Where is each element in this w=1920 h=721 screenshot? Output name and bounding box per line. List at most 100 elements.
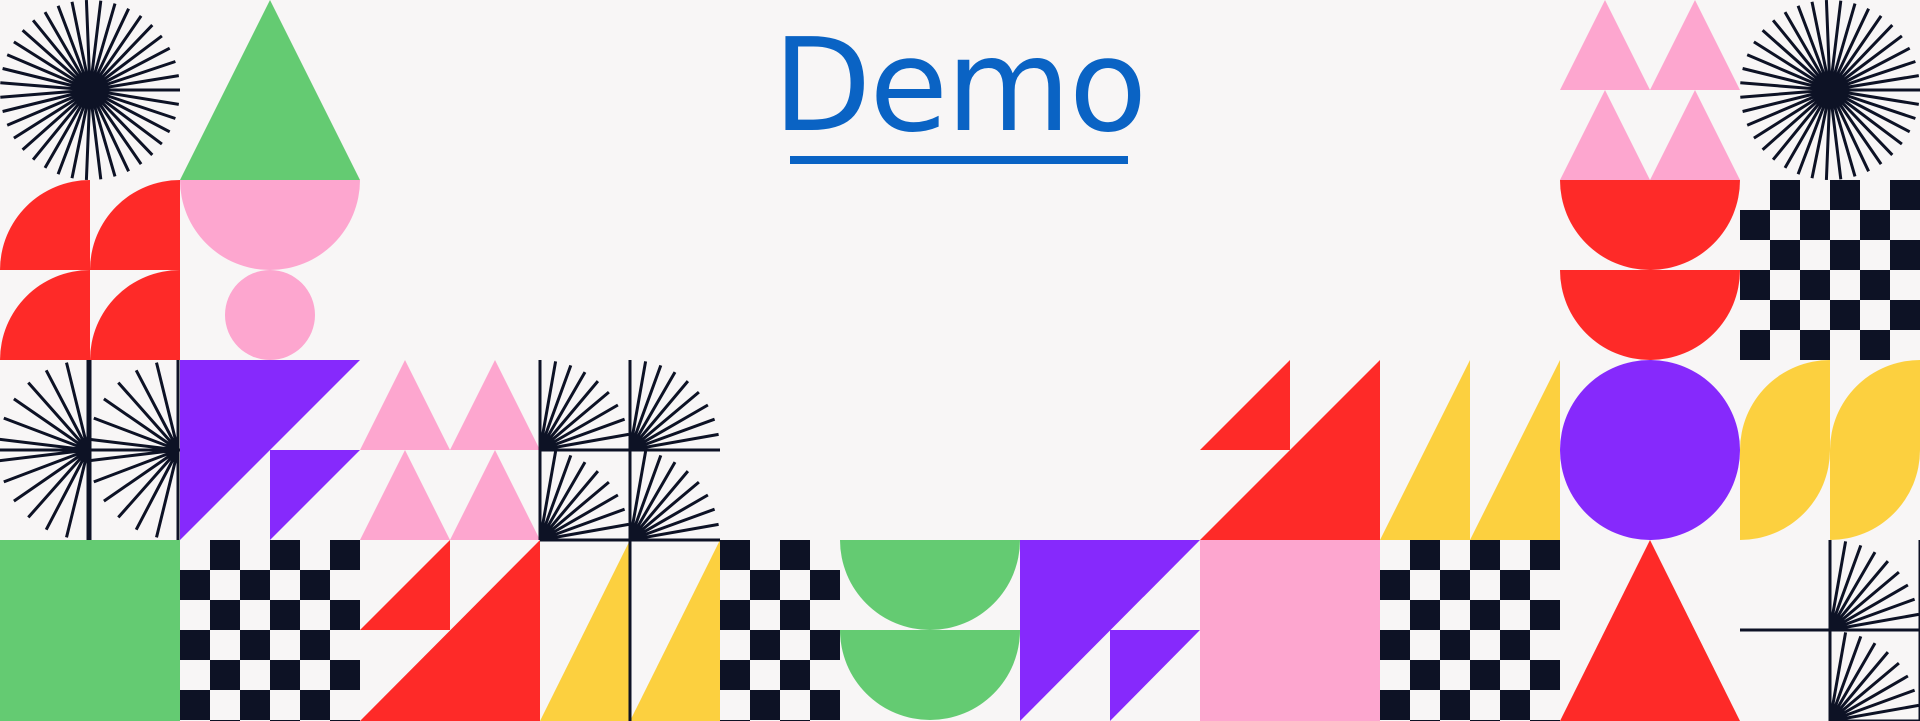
- checker-square: [1440, 570, 1470, 600]
- starburst-icon: [1828, 540, 1920, 632]
- quarter-circle: [90, 270, 180, 360]
- checker-square: [750, 570, 780, 600]
- checker-square: [1500, 690, 1530, 720]
- checker-square: [270, 540, 300, 570]
- starburst-icon: [628, 450, 720, 542]
- checker-square: [180, 630, 210, 660]
- checker-square: [240, 630, 270, 660]
- triangle: [180, 0, 360, 180]
- checker-square: [810, 690, 840, 720]
- checker-square: [1890, 240, 1920, 270]
- semicircle: [840, 630, 1020, 720]
- checker-square: [1770, 180, 1800, 210]
- quarter-circle: [90, 180, 180, 270]
- title-underline: [790, 156, 1128, 164]
- checker-square: [1800, 330, 1830, 360]
- title-link[interactable]: Demo: [773, 22, 1147, 170]
- quarter-circle: [1830, 450, 1920, 540]
- checker-square: [1530, 540, 1560, 570]
- checker-square: [1860, 210, 1890, 240]
- starburst-icon: [0, 0, 180, 180]
- quarter-circle: [0, 270, 90, 360]
- checker-square: [300, 630, 330, 660]
- square: [1200, 540, 1380, 721]
- checker-square: [330, 660, 360, 690]
- triangle: [1380, 360, 1470, 540]
- checker-square: [1470, 660, 1500, 690]
- checker-square: [720, 540, 750, 570]
- semicircle: [1560, 270, 1740, 360]
- checker-square: [720, 660, 750, 690]
- checker-square: [300, 570, 330, 600]
- checker-square: [1380, 570, 1410, 600]
- starburst-icon: [1740, 0, 1920, 180]
- checker-square: [1440, 630, 1470, 660]
- checker-square: [1500, 630, 1530, 660]
- semicircle: [180, 180, 360, 270]
- checker-square: [780, 600, 810, 630]
- checker-square: [1830, 240, 1860, 270]
- square: [0, 540, 180, 721]
- starburst-icon: [628, 360, 720, 452]
- triangle: [360, 450, 450, 540]
- quarter-circle: [1740, 360, 1830, 450]
- checker-square: [1740, 210, 1770, 240]
- checker-square: [270, 600, 300, 630]
- checker-square: [1470, 600, 1500, 630]
- checker-square: [1530, 660, 1560, 690]
- triangle: [1560, 540, 1740, 721]
- checker-square: [1890, 300, 1920, 330]
- checker-square: [720, 600, 750, 630]
- checker-square: [750, 690, 780, 720]
- circle: [1560, 360, 1740, 540]
- triangle: [630, 540, 720, 721]
- slide-title: Demo: [772, 12, 1147, 161]
- semicircle: [840, 540, 1020, 630]
- triangle: [270, 450, 360, 540]
- checker-square: [300, 690, 330, 720]
- checker-square: [1830, 300, 1860, 330]
- slide: Demo: [0, 0, 1920, 721]
- checker-square: [1890, 180, 1920, 210]
- checker-square: [1380, 690, 1410, 720]
- checker-square: [1860, 270, 1890, 300]
- triangle: [1110, 630, 1200, 721]
- triangle: [1650, 0, 1740, 90]
- checker-square: [810, 630, 840, 660]
- triangle: [1650, 90, 1740, 180]
- checker-square: [1770, 240, 1800, 270]
- divider: [1740, 540, 1920, 721]
- checker-square: [330, 600, 360, 630]
- checker-square: [210, 600, 240, 630]
- checker-square: [270, 660, 300, 690]
- checker-square: [1470, 540, 1500, 570]
- checker-square: [180, 570, 210, 600]
- checker-square: [1800, 210, 1830, 240]
- quarter-circle: [1740, 450, 1830, 540]
- checker-square: [1740, 330, 1770, 360]
- checker-square: [210, 540, 240, 570]
- checker-square: [780, 540, 810, 570]
- checker-square: [1500, 570, 1530, 600]
- checker-square: [1830, 180, 1860, 210]
- triangle: [450, 450, 540, 540]
- checker-square: [1440, 690, 1470, 720]
- triangle: [1560, 90, 1650, 180]
- checker-square: [1530, 600, 1560, 630]
- divider: [0, 360, 180, 540]
- checker-square: [180, 690, 210, 720]
- quarter-circle: [1830, 360, 1920, 450]
- triangle: [360, 360, 450, 450]
- checker-square: [330, 540, 360, 570]
- triangle: [540, 540, 630, 721]
- triangle: [1470, 360, 1560, 540]
- checker-square: [1770, 300, 1800, 330]
- triangle: [450, 360, 540, 450]
- checker-square: [750, 630, 780, 660]
- starburst-icon: [1828, 631, 1920, 721]
- starburst-icon: [538, 450, 630, 542]
- starburst-icon: [538, 360, 630, 452]
- checker-square: [1800, 270, 1830, 300]
- checker-square: [1860, 330, 1890, 360]
- checker-square: [1410, 660, 1440, 690]
